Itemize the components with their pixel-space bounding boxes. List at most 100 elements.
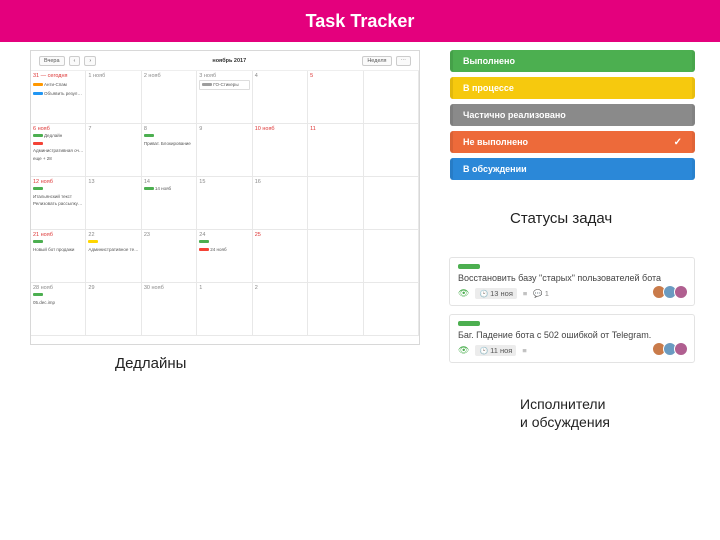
calendar-event[interactable]: Анти-Спам: [33, 82, 83, 88]
status-chip: [202, 83, 212, 86]
calendar-cell[interactable]: 1414 нояб: [142, 177, 197, 230]
calendar-cell[interactable]: 15: [197, 177, 252, 230]
calendar-cell[interactable]: 2: [253, 283, 308, 336]
calendar-next-button[interactable]: ›: [84, 56, 96, 66]
calendar-month-title: ноябрь 2017: [212, 58, 246, 64]
calendar-event[interactable]: Дедлайн: [33, 133, 83, 139]
calendar-cell[interactable]: 16: [253, 177, 308, 230]
status-chip: [199, 248, 209, 251]
calendar-cell[interactable]: 30 нояб: [142, 283, 197, 336]
list-icon: ≡: [522, 346, 526, 355]
calendar-cell[interactable]: 5: [308, 71, 363, 124]
calendar-menu-button[interactable]: ⋯: [396, 56, 412, 66]
calendar-cell[interactable]: 10 нояб: [253, 124, 308, 177]
calendar-event[interactable]: 24 нояб: [199, 247, 249, 253]
calendar-cell[interactable]: 9: [197, 124, 252, 177]
calendar-event[interactable]: Приват. Блокирование: [144, 141, 194, 147]
calendar-day-number: 21 нояб: [33, 232, 83, 238]
card-status-chip: [458, 321, 480, 326]
status-chip: [33, 92, 43, 95]
status-item[interactable]: Выполнено: [450, 50, 695, 72]
calendar-cell[interactable]: 1: [197, 283, 252, 336]
calendar-event[interactable]: Административная очистка: [33, 148, 83, 154]
calendar-event[interactable]: Административное тесты: [88, 247, 138, 253]
calendar-cell[interactable]: 4: [253, 71, 308, 124]
status-list: Выполнено В процессе Частично реализовано Н…: [450, 50, 695, 185]
card-title: Восстановить базу "старых" пользователей…: [458, 272, 686, 284]
calendar-cell[interactable]: 28 нояб05.dec.imp: [31, 283, 86, 336]
executors-line2: и обсуждения: [520, 413, 610, 431]
calendar-event[interactable]: еще + 28: [33, 156, 83, 162]
calendar-cell[interactable]: 22Административное тесты: [86, 230, 141, 283]
calendar-cell[interactable]: 1 нояб: [86, 71, 141, 124]
status-label: Частично реализовано: [463, 110, 566, 120]
status-chip: [199, 240, 209, 243]
status-chip: [144, 187, 154, 190]
calendar-event[interactable]: [144, 133, 194, 139]
calendar-event[interactable]: Релизовать рассылку +10: [33, 201, 83, 207]
calendar-cell[interactable]: 3 ноябГО-Стикеры: [197, 71, 252, 124]
calendar-cell[interactable]: [364, 177, 419, 230]
calendar-day-number: 30 нояб: [144, 285, 194, 291]
status-label: В обсуждении: [463, 164, 527, 174]
task-card[interactable]: Баг. Падение бота с 502 ошибкой от Teleg…: [449, 314, 695, 363]
calendar-toolbar: Вчера ‹ › ноябрь 2017 Неделя ⋯: [31, 51, 419, 71]
calendar-prev-button[interactable]: ‹: [69, 56, 81, 66]
calendar-day-number: 13: [88, 179, 138, 185]
calendar-grid: 31 — сегодня Анти-Спам Объявить результаты…: [31, 71, 419, 336]
calendar-event[interactable]: [199, 239, 249, 245]
calendar-cell[interactable]: 29: [86, 283, 141, 336]
task-card[interactable]: Восстановить базу "старых" пользователей…: [449, 257, 695, 306]
calendar-event[interactable]: Объявить результаты: [33, 91, 83, 97]
calendar-cell[interactable]: 23: [142, 230, 197, 283]
calendar-cell[interactable]: [308, 230, 363, 283]
list-icon: ≡: [523, 289, 527, 298]
calendar-cell[interactable]: 25: [253, 230, 308, 283]
avatar[interactable]: [674, 285, 688, 299]
calendar-cell[interactable]: 13: [86, 177, 141, 230]
calendar-event[interactable]: [33, 186, 83, 192]
calendar-view-button[interactable]: Неделя: [362, 56, 391, 66]
calendar-event[interactable]: 14 нояб: [144, 186, 194, 192]
calendar-day-number: 31 — сегодня: [33, 73, 83, 79]
calendar-event[interactable]: Итальянский текст: [33, 194, 83, 200]
calendar-day-number: 10 нояб: [255, 126, 305, 132]
calendar-today-button[interactable]: Вчера: [39, 56, 65, 66]
calendar-event[interactable]: Новый бот продажи: [33, 247, 83, 253]
status-item[interactable]: Частично реализовано: [450, 104, 695, 126]
calendar-cell[interactable]: 31 — сегодня Анти-Спам Объявить результаты: [31, 71, 86, 124]
calendar-cell[interactable]: 2424 нояб: [197, 230, 252, 283]
calendar-cell[interactable]: [364, 124, 419, 177]
calendar-cell[interactable]: 7: [86, 124, 141, 177]
calendar-event[interactable]: [88, 239, 138, 245]
calendar-cell[interactable]: 2 нояб: [142, 71, 197, 124]
calendar-event[interactable]: [33, 239, 83, 245]
calendar-cell[interactable]: 21 нояб Новый бот продажи: [31, 230, 86, 283]
calendar-day-number: 5: [310, 73, 360, 79]
calendar-cell[interactable]: 12 ноябИтальянский текстРелизовать рассы…: [31, 177, 86, 230]
calendar-cell[interactable]: [364, 283, 419, 336]
status-item[interactable]: В обсуждении: [450, 158, 695, 180]
calendar-event[interactable]: [33, 292, 83, 298]
status-item[interactable]: Не выполнено✓: [450, 131, 695, 153]
calendar-event[interactable]: ГО-Стикеры: [199, 80, 249, 90]
calendar-cell[interactable]: 11: [308, 124, 363, 177]
calendar-cell[interactable]: [364, 71, 419, 124]
eye-icon[interactable]: 👁: [458, 288, 469, 299]
calendar-cell[interactable]: 6 ноябДедлайнАдминистративная очисткаеще…: [31, 124, 86, 177]
calendar-event[interactable]: 05.dec.imp: [33, 300, 83, 306]
calendar-event[interactable]: [33, 141, 83, 147]
status-item[interactable]: В процессе: [450, 77, 695, 99]
task-cards: Восстановить базу "старых" пользователей…: [449, 257, 695, 371]
status-chip: [88, 240, 98, 243]
eye-icon[interactable]: 👁: [458, 345, 469, 356]
avatar[interactable]: [674, 342, 688, 356]
calendar-cell[interactable]: 8Приват. Блокирование: [142, 124, 197, 177]
status-chip: [33, 134, 43, 137]
card-date: 11 ноя: [475, 345, 516, 356]
calendar-cell[interactable]: [308, 283, 363, 336]
calendar-cell[interactable]: [308, 177, 363, 230]
calendar-cell[interactable]: [364, 230, 419, 283]
calendar: Вчера ‹ › ноябрь 2017 Неделя ⋯ 31 — сего…: [30, 50, 420, 345]
comments-count[interactable]: 💬 1: [533, 289, 549, 298]
